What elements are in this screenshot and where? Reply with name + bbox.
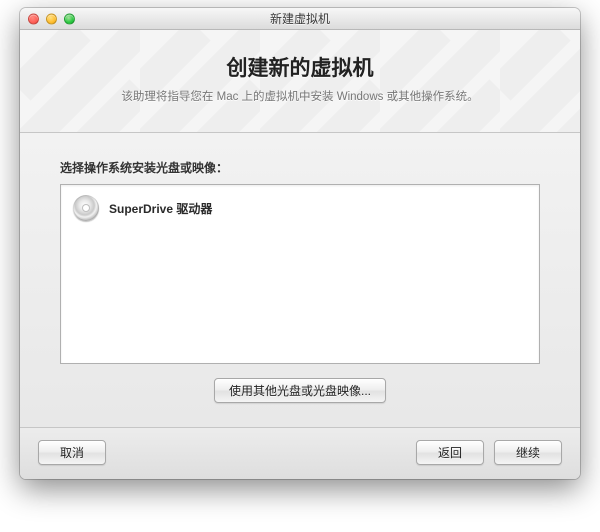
disc-icon bbox=[73, 195, 99, 221]
install-source-list[interactable]: SuperDrive 驱动器 bbox=[60, 184, 540, 364]
close-icon[interactable] bbox=[28, 13, 39, 24]
titlebar: 新建虚拟机 bbox=[20, 8, 580, 30]
use-other-disc-button[interactable]: 使用其他光盘或光盘映像... bbox=[214, 378, 386, 403]
header-pane: 创建新的虚拟机 该助理将指导您在 Mac 上的虚拟机中安装 Windows 或其… bbox=[20, 30, 580, 133]
window-title: 新建虚拟机 bbox=[28, 10, 572, 27]
list-item-label: SuperDrive 驱动器 bbox=[109, 200, 212, 217]
continue-button[interactable]: 继续 bbox=[494, 440, 562, 465]
section-label: 选择操作系统安装光盘或映像： bbox=[60, 159, 540, 176]
list-item[interactable]: SuperDrive 驱动器 bbox=[61, 185, 539, 231]
minimize-icon[interactable] bbox=[46, 13, 57, 24]
page-subtitle: 该助理将指导您在 Mac 上的虚拟机中安装 Windows 或其他操作系统。 bbox=[40, 88, 560, 104]
footer: 取消 返回 继续 bbox=[20, 427, 580, 479]
wizard-window: 新建虚拟机 创建新的虚拟机 该助理将指导您在 Mac 上的虚拟机中安装 Wind… bbox=[20, 8, 580, 479]
content-pane: 选择操作系统安装光盘或映像： SuperDrive 驱动器 使用其他光盘或光盘映… bbox=[20, 133, 580, 427]
below-list-row: 使用其他光盘或光盘映像... bbox=[60, 364, 540, 409]
zoom-icon[interactable] bbox=[64, 13, 75, 24]
cancel-button[interactable]: 取消 bbox=[38, 440, 106, 465]
back-button[interactable]: 返回 bbox=[416, 440, 484, 465]
traffic-lights bbox=[28, 13, 75, 24]
page-title: 创建新的虚拟机 bbox=[40, 52, 560, 82]
